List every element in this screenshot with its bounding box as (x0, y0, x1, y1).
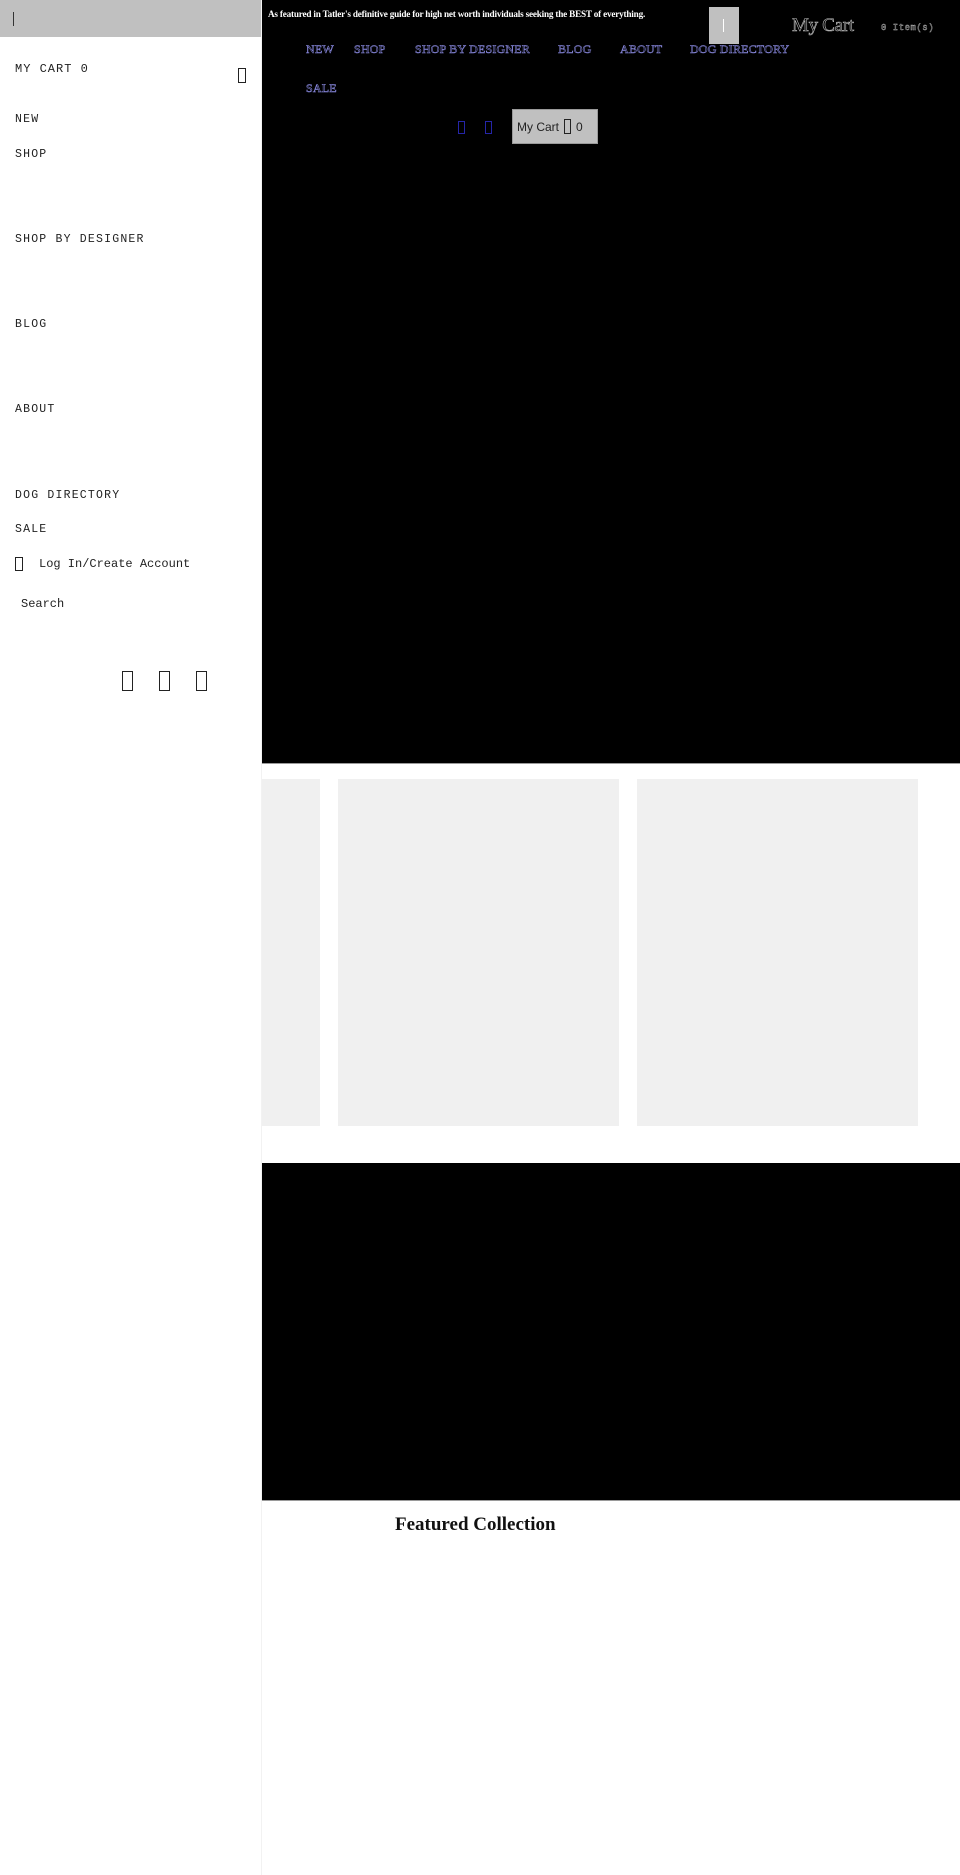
nav-new[interactable]: NEW (306, 42, 334, 57)
drawer-cart-link[interactable]: MY CART 0 (15, 62, 89, 76)
drawer-nav-about[interactable]: ABOUT (15, 403, 56, 416)
nav-dog-directory[interactable]: DOG DIRECTORY (690, 42, 790, 57)
search-icon[interactable] (458, 121, 465, 134)
nav-blog[interactable]: BLOG (558, 42, 592, 57)
login-label: Log In/Create Account (39, 557, 191, 571)
featured-collection-title: Featured Collection (395, 1514, 556, 1535)
user-icon (15, 557, 23, 571)
drawer-nav-new[interactable]: NEW (15, 113, 39, 126)
drawer-nav-blog[interactable]: BLOG (15, 318, 47, 331)
facebook-icon[interactable] (159, 671, 170, 691)
nav-sale[interactable]: SALE (306, 81, 337, 96)
drawer-search-link[interactable]: Search (21, 597, 64, 611)
hero-banner: As featured in Tatler's definitive guide… (262, 0, 960, 764)
drawer-nav-sale[interactable]: SALE (15, 523, 47, 536)
product-card-placeholder[interactable] (338, 779, 619, 1126)
header-cart-title[interactable]: My Cart (792, 15, 855, 37)
announcement-close-button[interactable] (709, 7, 739, 44)
drawer-nav-shop[interactable]: SHOP (15, 148, 47, 161)
announcement-text: As featured in Tatler's definitive guide… (268, 9, 646, 19)
drawer-nav-shop-by-designer[interactable]: SHOP BY DESIGNER (15, 233, 145, 246)
pinterest-icon[interactable] (196, 671, 207, 691)
mobile-nav-drawer: MY CART 0 NEW SHOP SHOP BY DESIGNER BLOG… (0, 0, 262, 1875)
main-content: As featured in Tatler's definitive guide… (262, 0, 960, 1875)
promo-banner (262, 1163, 960, 1501)
drawer-header-bar (0, 0, 261, 37)
login-create-account-link[interactable]: Log In/Create Account (15, 557, 190, 571)
drawer-nav-dog-directory[interactable]: DOG DIRECTORY (15, 489, 120, 502)
header-cart-count[interactable]: 0 Item(s) (881, 23, 934, 33)
account-icon[interactable] (485, 121, 492, 134)
shopping-bag-icon[interactable] (238, 68, 246, 83)
product-card-placeholder[interactable] (637, 779, 918, 1126)
cart-button[interactable]: My Cart 0 (512, 109, 598, 144)
social-links (122, 671, 207, 691)
shopping-bag-icon (564, 119, 571, 134)
close-drawer-button[interactable] (13, 12, 14, 26)
cart-button-label: My Cart (517, 119, 559, 134)
instagram-icon[interactable] (122, 671, 133, 691)
cart-button-count: 0 (576, 119, 583, 134)
product-card-placeholder[interactable] (262, 779, 320, 1126)
nav-about[interactable]: ABOUT (620, 42, 663, 57)
nav-shop[interactable]: SHOP (354, 42, 386, 57)
close-icon (723, 19, 724, 32)
nav-shop-by-designer[interactable]: SHOP BY DESIGNER (415, 42, 530, 57)
